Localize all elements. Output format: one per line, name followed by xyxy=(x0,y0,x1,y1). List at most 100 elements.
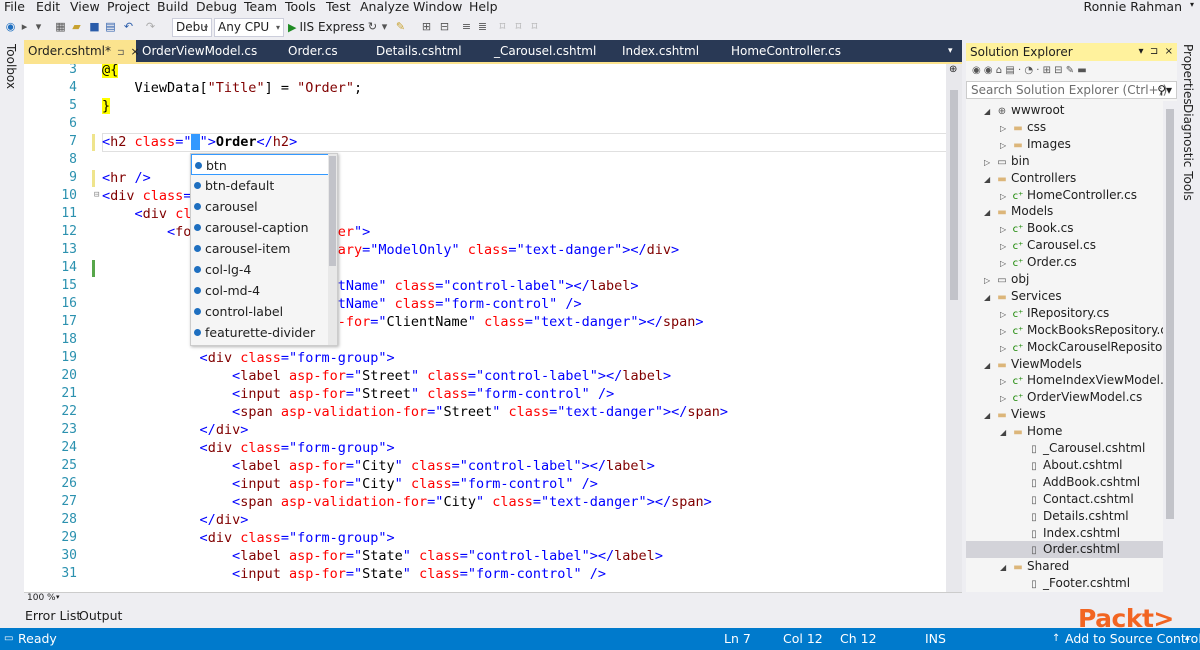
tree-item[interactable]: ▷ ▭ obj xyxy=(984,271,1029,288)
tree-item[interactable]: ▯ Order.cshtml xyxy=(966,541,1164,559)
zoom-level[interactable]: 100 % xyxy=(27,593,56,603)
scrollbar-thumb[interactable] xyxy=(950,90,958,300)
tab-overflow-icon[interactable]: ▾ xyxy=(948,40,953,62)
completion-item[interactable]: carousel-item xyxy=(191,238,329,259)
code-editor[interactable]: 3 4 5 6 7 8 9 10 11 12 13 14 15 16 17 18… xyxy=(24,64,962,592)
split-icon[interactable]: ⊕ xyxy=(949,64,957,75)
menu-edit[interactable]: Edit xyxy=(36,0,60,14)
toolbox-tab[interactable]: Toolbox xyxy=(4,44,18,89)
menu-tools[interactable]: Tools xyxy=(285,0,316,14)
browser-link-icon[interactable]: ✎ xyxy=(394,20,407,33)
expanded-caret-icon[interactable]: ◢ xyxy=(1000,559,1012,576)
tree-item[interactable]: ◢ ▬ ViewModels xyxy=(984,356,1082,373)
fold-toggle-icon[interactable]: ⊟ xyxy=(94,190,99,200)
completion-item[interactable]: btn xyxy=(191,154,329,175)
add-to-source-control[interactable]: Add to Source Control xyxy=(1065,631,1200,646)
editor-vertical-scrollbar[interactable]: ⊕ xyxy=(946,64,962,592)
tree-item[interactable]: ▷ c⁺ OrderViewModel.cs xyxy=(1000,389,1142,406)
scrollbar-thumb[interactable] xyxy=(329,156,336,266)
comment-icon[interactable]: ≡ xyxy=(460,20,473,33)
expanded-caret-icon[interactable]: ◢ xyxy=(984,357,996,374)
save-icon[interactable]: ■ xyxy=(88,20,101,33)
tree-item[interactable]: ▷ c⁺ MockCarouselRepository.cs xyxy=(1000,339,1177,356)
close-icon[interactable]: × xyxy=(131,45,140,58)
expanded-caret-icon[interactable]: ◢ xyxy=(984,289,996,306)
tab-orderviewmodel-cs[interactable]: OrderViewModel.cs xyxy=(142,40,257,62)
search-icon[interactable]: ⚲▾ xyxy=(1157,82,1172,98)
completion-item[interactable]: carousel xyxy=(191,196,329,217)
menu-project[interactable]: Project xyxy=(107,0,150,14)
uncomment-icon[interactable]: ≣ xyxy=(476,20,489,33)
user-menu-caret-icon[interactable]: ▾ xyxy=(1190,0,1194,9)
tree-item[interactable]: ▯ Index.cshtml xyxy=(1016,525,1120,542)
configuration-select[interactable]: Debu ▾ xyxy=(172,18,212,37)
solution-explorer-search[interactable]: Search Solution Explorer (Ctrl+;) ⚲▾ xyxy=(966,81,1177,99)
completion-item[interactable]: btn-default xyxy=(191,175,329,196)
tree-item[interactable]: ◢ ▬ Home xyxy=(1000,423,1062,440)
collapsed-caret-icon[interactable]: ▷ xyxy=(1000,323,1012,340)
menu-debug[interactable]: Debug xyxy=(196,0,237,14)
bookmark-icon[interactable]: ⌑ xyxy=(496,20,509,33)
collapsed-caret-icon[interactable]: ▷ xyxy=(1000,188,1012,205)
tree-item[interactable]: ▯ AddBook.cshtml xyxy=(1016,474,1140,491)
back-icon[interactable]: ◉ xyxy=(4,20,17,33)
collapsed-caret-icon[interactable]: ▷ xyxy=(984,154,996,171)
tool-icon[interactable]: ⊟ xyxy=(438,20,451,33)
completion-item[interactable]: col-lg-4 xyxy=(191,259,329,280)
tree-item[interactable]: ◢ ▬ Shared xyxy=(1000,558,1069,575)
refresh-dropdown-icon[interactable]: ▾ xyxy=(378,20,391,33)
platform-select[interactable]: Any CPU ▾ xyxy=(214,18,284,37)
tree-item[interactable]: ▯ _Carousel.cshtml xyxy=(1016,440,1145,457)
collapsed-caret-icon[interactable]: ▷ xyxy=(1000,120,1012,137)
run-button[interactable]: ▶ IIS Express xyxy=(288,18,365,37)
menu-help[interactable]: Help xyxy=(469,0,498,14)
tree-item[interactable]: ▯ About.cshtml xyxy=(1016,457,1122,474)
intellisense-scrollbar[interactable] xyxy=(328,154,337,345)
menu-view[interactable]: View xyxy=(70,0,100,14)
bookmark-next-icon[interactable]: ⌑ xyxy=(528,20,541,33)
tab-homecontroller-cs[interactable]: HomeController.cs xyxy=(731,40,841,62)
completion-item[interactable]: featurette-divider xyxy=(191,322,329,343)
tree-item[interactable]: ▷ c⁺ HomeIndexViewModel.cs xyxy=(1000,372,1177,389)
forward-icon[interactable]: ▸ xyxy=(18,20,31,33)
tree-item[interactable]: ▯ _Footer.cshtml xyxy=(1016,575,1130,592)
expanded-caret-icon[interactable]: ◢ xyxy=(984,103,996,120)
tab-order-cs[interactable]: Order.cs xyxy=(288,40,338,62)
pin-icon[interactable]: ⊐ xyxy=(117,48,125,58)
tree-item[interactable]: ▷ c⁺ IRepository.cs xyxy=(1000,305,1109,322)
tree-item[interactable]: ▷ c⁺ Book.cs xyxy=(1000,220,1074,237)
properties-tab[interactable]: Properties xyxy=(1181,44,1195,105)
tree-item[interactable]: ◢ ⊕ wwwroot xyxy=(984,102,1065,119)
solution-explorer-scrollbar[interactable] xyxy=(1163,101,1177,592)
new-project-icon[interactable]: ▦ xyxy=(54,20,67,33)
collapsed-caret-icon[interactable]: ▷ xyxy=(1000,390,1012,407)
redo-icon[interactable]: ↷ xyxy=(144,20,157,33)
bookmark-prev-icon[interactable]: ⌑ xyxy=(512,20,525,33)
menu-window[interactable]: Window xyxy=(413,0,462,14)
collapsed-caret-icon[interactable]: ▷ xyxy=(1000,340,1012,357)
tree-item[interactable]: ▷ c⁺ Order.cs xyxy=(1000,254,1077,271)
tab-carousel-cshtml[interactable]: _Carousel.cshtml xyxy=(494,40,596,62)
collapsed-caret-icon[interactable]: ▷ xyxy=(1000,373,1012,390)
menu-build[interactable]: Build xyxy=(157,0,188,14)
tree-item[interactable]: ▯ Contact.cshtml xyxy=(1016,491,1133,508)
panel-window-controls[interactable]: ▾ ⊐ × xyxy=(1139,43,1174,61)
tree-item[interactable]: ▷ ▬ css xyxy=(1000,119,1046,136)
undo-icon[interactable]: ↶ xyxy=(122,20,135,33)
tree-item[interactable]: ◢ ▬ Services xyxy=(984,288,1062,305)
scrollbar-thumb[interactable] xyxy=(1166,109,1174,519)
tree-item[interactable]: ◢ ▬ Controllers xyxy=(984,170,1076,187)
tree-item[interactable]: ◢ ▬ Models xyxy=(984,203,1053,220)
save-all-icon[interactable]: ▤ xyxy=(104,20,117,33)
expanded-caret-icon[interactable]: ◢ xyxy=(1000,424,1012,441)
tab-details-cshtml[interactable]: Details.cshtml xyxy=(376,40,462,62)
menu-analyze[interactable]: Analyze xyxy=(360,0,409,14)
collapsed-caret-icon[interactable]: ▷ xyxy=(1000,255,1012,272)
tree-item[interactable]: ▷ c⁺ HomeController.cs xyxy=(1000,187,1137,204)
tree-item[interactable]: ▷ ▭ bin xyxy=(984,153,1030,170)
menu-file[interactable]: File xyxy=(4,0,25,14)
find-icon[interactable]: ⊞ xyxy=(420,20,433,33)
open-file-icon[interactable]: ▰ xyxy=(70,20,83,33)
zoom-dropdown-icon[interactable]: ▾ xyxy=(56,593,60,601)
tree-item[interactable]: ▷ ▬ Images xyxy=(1000,136,1071,153)
